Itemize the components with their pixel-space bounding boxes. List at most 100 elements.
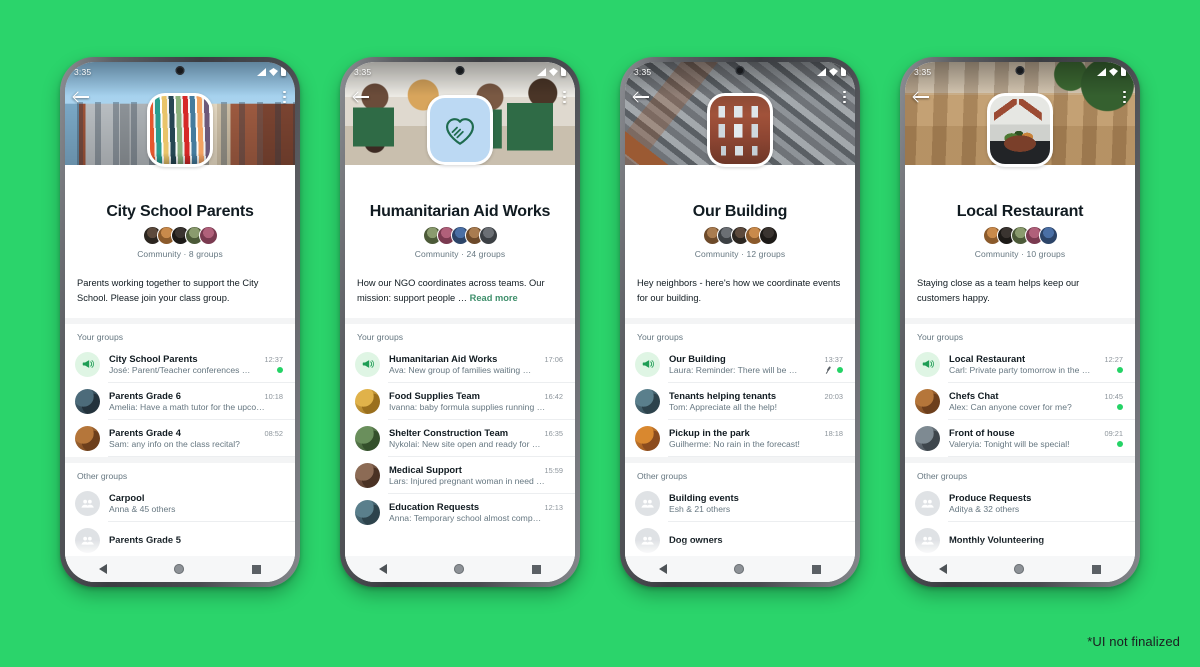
- other-group-row[interactable]: Parents Grade 5: [65, 522, 295, 559]
- nav-recents-icon[interactable]: [812, 564, 822, 574]
- other-group-row[interactable]: Building events Esh & 21 others: [625, 485, 855, 522]
- overflow-menu-icon[interactable]: [283, 90, 286, 104]
- your-group-row[interactable]: Chefs Chat 10:45 Alex: Can anyone cover fo…: [905, 383, 1135, 420]
- android-nav-bar: [905, 556, 1135, 582]
- member-avatar-row[interactable]: [635, 226, 845, 246]
- group-placeholder-icon: [635, 490, 660, 516]
- your-group-row[interactable]: Front of house 09:21 Valeryia: Tonight wil…: [905, 420, 1135, 457]
- phone-screen: 3:35 Humanitarian Aid Works Community · 2…: [345, 62, 575, 582]
- your-groups-label: Your groups: [917, 331, 964, 342]
- back-arrow-icon[interactable]: [914, 90, 930, 104]
- group-preview-message: Carl: Private party tomorrow in the …: [949, 365, 1091, 376]
- group-avatar: [355, 425, 380, 451]
- group-timestamp: 09:21: [1104, 428, 1124, 438]
- overflow-menu-icon[interactable]: [563, 90, 566, 104]
- groups-list[interactable]: Your groups Local Restaurant 12:27 Carl: P…: [905, 323, 1135, 582]
- member-avatar-row[interactable]: [75, 226, 285, 246]
- your-group-row[interactable]: Humanitarian Aid Works 17:06 Ava: New grou…: [345, 346, 575, 383]
- group-name: Parents Grade 5: [109, 533, 181, 545]
- read-more-link[interactable]: Read more: [470, 293, 518, 303]
- group-name: Parents Grade 6: [109, 389, 181, 401]
- group-row-text: Pickup in the park 18:18 Guilherme: No rai…: [669, 427, 843, 450]
- group-preview-message: Anna & 45 others: [109, 504, 176, 515]
- groups-list[interactable]: Your groups City School Parents 12:37 José…: [65, 323, 295, 582]
- nav-recents-icon[interactable]: [1092, 564, 1102, 574]
- nav-home-icon[interactable]: [454, 564, 465, 574]
- group-preview-message: Guilherme: No rain in the forecast!: [669, 439, 800, 450]
- member-avatar-row[interactable]: [915, 226, 1125, 246]
- overflow-menu-icon[interactable]: [843, 90, 846, 104]
- status-bar-icons: [817, 65, 846, 76]
- group-timestamp: 15:59: [544, 465, 564, 475]
- nav-back-icon[interactable]: [938, 564, 947, 574]
- member-avatar: [198, 226, 218, 246]
- group-row-bottom: Ava: New group of families waiting …: [389, 365, 563, 375]
- phone-local-restaurant: 3:35 Local Restaurant Community · 10 group…: [900, 57, 1140, 587]
- group-timestamp: 12:27: [1104, 354, 1124, 364]
- your-group-row[interactable]: Parents Grade 4 08:52 Sam: any info on the…: [65, 420, 295, 457]
- member-avatar: [478, 226, 498, 246]
- group-avatar: [355, 388, 380, 414]
- nav-home-icon[interactable]: [174, 564, 185, 574]
- unread-badge: [837, 367, 843, 374]
- group-timestamp: 16:42: [544, 391, 564, 401]
- phone-humanitarian-aid-works: 3:35 Humanitarian Aid Works Community · 2…: [340, 57, 580, 587]
- your-group-row[interactable]: Local Restaurant 12:27 Carl: Private party…: [905, 346, 1135, 383]
- group-row-bottom: Esh & 21 others: [669, 504, 843, 514]
- group-row-text: Carpool Anna & 45 others: [109, 492, 283, 515]
- group-avatar: [915, 388, 940, 414]
- group-row-top: Monthly Volunteering: [949, 534, 1123, 545]
- nav-home-icon[interactable]: [734, 564, 745, 574]
- group-row-bottom: Valeryia: Tonight will be special!: [949, 439, 1123, 449]
- unread-badge: [1117, 441, 1123, 448]
- your-group-row[interactable]: Medical Support 15:59 Lars: Injured pregna…: [345, 457, 575, 494]
- front-camera: [1015, 66, 1025, 75]
- front-camera: [455, 66, 465, 75]
- status-bar-icons: [1097, 65, 1126, 76]
- groups-list[interactable]: Your groups Our Building 13:37 Laura: Remi…: [625, 323, 855, 582]
- your-group-row[interactable]: Pickup in the park 18:18 Guilherme: No rai…: [625, 420, 855, 457]
- community-meta: Community · 8 groups: [137, 249, 223, 260]
- group-row-text: Medical Support 15:59 Lars: Injured pregna…: [389, 464, 563, 487]
- member-avatar-row[interactable]: [355, 226, 565, 246]
- nav-recents-icon[interactable]: [532, 564, 542, 574]
- community-meta: Community · 10 groups: [974, 249, 1066, 260]
- other-group-row[interactable]: Monthly Volunteering: [905, 522, 1135, 559]
- nav-back-icon[interactable]: [378, 564, 387, 574]
- group-row-text: Parents Grade 6 10:18 Amelia: Have a math …: [109, 390, 283, 413]
- community-header: City School Parents Community · 8 groups: [65, 165, 295, 270]
- front-camera: [735, 66, 745, 75]
- group-row-top: Tenants helping tenants 20:03: [669, 390, 843, 401]
- your-group-row[interactable]: Our Building 13:37 Laura: Reminder: There …: [625, 346, 855, 383]
- community-description: Staying close as a team helps keep our c…: [905, 269, 1135, 324]
- community-header: Local Restaurant Community · 10 groups: [905, 165, 1135, 270]
- other-group-row[interactable]: Dog owners: [625, 522, 855, 559]
- back-arrow-icon[interactable]: [74, 90, 90, 104]
- your-group-row[interactable]: Parents Grade 6 10:18 Amelia: Have a math …: [65, 383, 295, 420]
- group-preview-message: Esh & 21 others: [669, 504, 731, 515]
- your-group-row[interactable]: City School Parents 12:37 José: Parent/Tea…: [65, 346, 295, 383]
- front-camera: [175, 66, 185, 75]
- your-group-row[interactable]: Tenants helping tenants 20:03 Tom: Appreci…: [625, 383, 855, 420]
- group-timestamp: 08:52: [264, 428, 284, 438]
- nav-recents-icon[interactable]: [252, 564, 262, 574]
- group-preview-message: Tom: Appreciate all the help!: [669, 402, 777, 413]
- your-group-row[interactable]: Shelter Construction Team 16:35 Nykolai: N…: [345, 420, 575, 457]
- your-group-row[interactable]: Food Supplies Team 16:42 Ivanna: baby form…: [345, 383, 575, 420]
- nav-back-icon[interactable]: [658, 564, 667, 574]
- back-arrow-icon[interactable]: [354, 90, 370, 104]
- other-group-row[interactable]: Produce Requests Aditya & 32 others: [905, 485, 1135, 522]
- community-description-text: Parents working together to support the …: [77, 278, 259, 303]
- your-group-row[interactable]: Education Requests 12:13 Anna: Temporary s…: [345, 494, 575, 531]
- nav-back-icon[interactable]: [98, 564, 107, 574]
- other-group-row[interactable]: Carpool Anna & 45 others: [65, 485, 295, 522]
- overflow-menu-icon[interactable]: [1123, 90, 1126, 104]
- app-top-bar: [345, 84, 575, 110]
- back-arrow-icon[interactable]: [634, 90, 650, 104]
- group-avatar: [355, 499, 380, 525]
- groups-list[interactable]: Your groups Humanitarian Aid Works 17:06 A…: [345, 323, 575, 582]
- group-row-top: Local Restaurant 12:27: [949, 353, 1123, 364]
- phone-our-building: 3:35 Our Building Community · 12 groups Hey…: [620, 57, 860, 587]
- nav-home-icon[interactable]: [1014, 564, 1025, 574]
- status-bar-icons: [257, 65, 286, 76]
